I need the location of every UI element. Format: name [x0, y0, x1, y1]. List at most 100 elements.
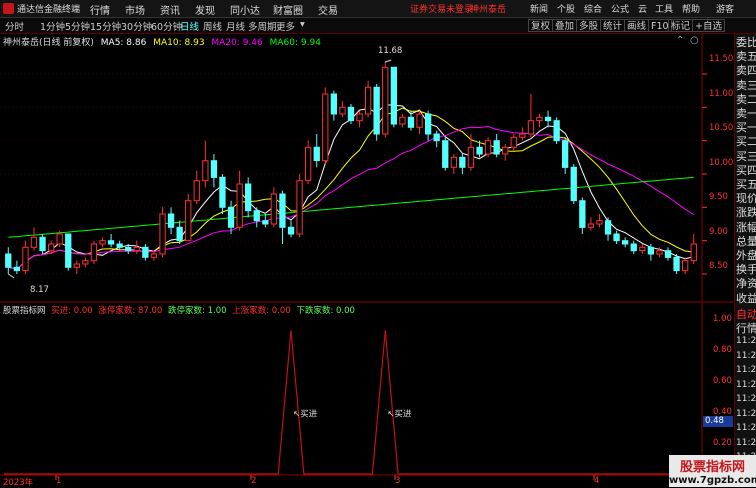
chart-settings-icon[interactable]: ○	[690, 35, 699, 46]
period-toolbar: 分时 1分钟 5分钟 15分钟 30分钟 60分钟 日线 周线 月线 多周期 更…	[0, 18, 756, 34]
candle-body	[13, 266, 20, 272]
draw-line-button[interactable]: 画线	[624, 19, 650, 32]
low-marker	[8, 273, 15, 279]
candle-body	[305, 146, 312, 182]
overlay-button[interactable]: 叠加	[552, 19, 578, 32]
menu-faxian[interactable]: 发现	[195, 2, 215, 17]
tab-more[interactable]: 更多	[276, 19, 295, 33]
indicator-tick: 0.80	[713, 345, 732, 355]
candle-body	[65, 233, 72, 268]
trade-time: 11:26	[736, 350, 756, 361]
candle-body	[682, 260, 689, 272]
menu-tongxiaoda[interactable]: 同小达	[230, 2, 260, 17]
mark-button[interactable]: 标记	[668, 19, 694, 32]
tab-weekly[interactable]: 周线	[203, 19, 222, 33]
price-tick: 8.50	[709, 261, 728, 271]
candle-body	[459, 156, 466, 168]
candle-body	[467, 146, 475, 168]
menu-formula[interactable]: 公式	[611, 2, 629, 15]
tab-daily[interactable]: 日线	[180, 19, 199, 33]
candle-body	[22, 246, 29, 272]
menu-cloud[interactable]: 云	[638, 2, 647, 15]
candle-body	[48, 243, 55, 252]
tab-monthly[interactable]: 月线	[226, 19, 245, 33]
candle-body	[125, 246, 132, 252]
chart-collapse-icon[interactable]: ⌃	[676, 35, 684, 46]
high-marker	[385, 59, 392, 63]
menu-news[interactable]: 新闻	[530, 2, 548, 15]
tab-fenshi[interactable]: 分时	[5, 19, 24, 33]
ma5-value: MA5: 8.86	[100, 38, 147, 48]
limit-up-count: 涨停家数: 87.00	[98, 306, 163, 316]
trade-time: 11:26	[736, 336, 756, 346]
candle-body	[604, 220, 612, 235]
candle-body	[176, 226, 183, 242]
candle-body	[596, 220, 603, 225]
candle-body	[5, 253, 12, 268]
menu-shichang[interactable]: 市场	[125, 2, 145, 17]
tab-30min[interactable]: 30分钟	[121, 19, 152, 33]
menu-zixun[interactable]: 资讯	[160, 2, 180, 17]
watermark-url: www.7gpzb.com	[669, 475, 756, 486]
candle-body	[622, 240, 629, 245]
candle-body	[202, 160, 209, 182]
candle-body	[382, 66, 389, 135]
chevron-down-icon[interactable]: ▾	[300, 19, 305, 30]
watermark: 股票指标网 www.7gpzb.com	[669, 455, 756, 487]
candle-body	[613, 233, 620, 242]
price-tick: 11.00	[709, 89, 734, 99]
date-month: 4	[594, 476, 600, 486]
candle-body	[322, 93, 329, 162]
price-low-label: 8.17	[30, 285, 49, 295]
candle-body	[673, 256, 680, 272]
candle-body	[544, 116, 552, 122]
trade-time: 11:26	[736, 437, 756, 448]
candle-body	[442, 140, 449, 168]
candle-body	[82, 260, 89, 265]
candle-body	[390, 66, 398, 125]
menu-caifuquan[interactable]: 财富圈	[273, 2, 303, 17]
candle-body	[639, 246, 646, 252]
watermark-title: 股票指标网	[679, 460, 745, 475]
kline-chart[interactable]: ↖买进 ↖买进	[0, 34, 734, 487]
candle-body	[287, 226, 295, 235]
menu-jiaoyi[interactable]: 交易	[318, 2, 338, 17]
tab-1min[interactable]: 1分钟	[40, 19, 65, 33]
guest-user[interactable]: 游客	[716, 2, 734, 15]
menu-stock[interactable]: 个股	[557, 2, 575, 15]
rising-count: 上涨家数: 0.00	[232, 306, 291, 316]
limit-down-count: 跌停家数: 1.00	[168, 306, 227, 316]
tab-5min[interactable]: 5分钟	[65, 19, 90, 33]
fuquan-button[interactable]: 复权	[528, 19, 554, 32]
auto-quote-label[interactable]: 行情	[736, 320, 756, 336]
candle-body	[450, 156, 458, 168]
price-tick: 10.00	[709, 158, 734, 168]
current-value-badge: 0.48	[703, 416, 733, 427]
trade-time: 11:26	[736, 423, 756, 433]
trade-time: 11:26	[736, 365, 756, 375]
candle-body	[39, 236, 46, 252]
candle-body	[56, 233, 63, 245]
app-title: 通达信金融终端	[17, 5, 81, 15]
multi-stock-button[interactable]: 多股	[576, 19, 602, 32]
quote-panel: 委比 卖五 卖四 卖三 卖二 卖一 买一 买二 买三 买四 买五 现价 涨跌 涨幅 总量 外盘 换手 净资 收益 自动…	[734, 34, 756, 487]
tab-15min[interactable]: 15分钟	[90, 19, 121, 33]
menu-help[interactable]: 帮助	[682, 2, 700, 15]
stock-title: 神州泰岳(日线 前复权)	[3, 38, 94, 48]
trade-time: 11:26	[736, 379, 756, 390]
menu-combined[interactable]: 综合	[584, 2, 602, 15]
candle-body	[296, 180, 303, 235]
indicator-buy-line	[4, 330, 702, 475]
tab-60min[interactable]: 60分钟	[151, 19, 182, 33]
stats-button[interactable]: 统计	[600, 19, 626, 32]
add-watchlist-button[interactable]: +自选	[692, 19, 725, 32]
candle-body	[253, 210, 260, 222]
login-warning[interactable]: 证券交易未登录	[410, 2, 473, 15]
menu-hangqing[interactable]: 行情	[90, 2, 110, 17]
price-high-label: 11.68	[378, 46, 403, 56]
indicator-name[interactable]: 股票指标网	[3, 306, 46, 316]
candle-body	[493, 140, 500, 155]
chart-header: 神州泰岳(日线 前复权) MA5: 8.86 MA10: 8.93 MA20: …	[3, 35, 321, 48]
tab-multi-period[interactable]: 多周期	[248, 19, 277, 33]
menu-tools[interactable]: 工具	[655, 2, 673, 15]
